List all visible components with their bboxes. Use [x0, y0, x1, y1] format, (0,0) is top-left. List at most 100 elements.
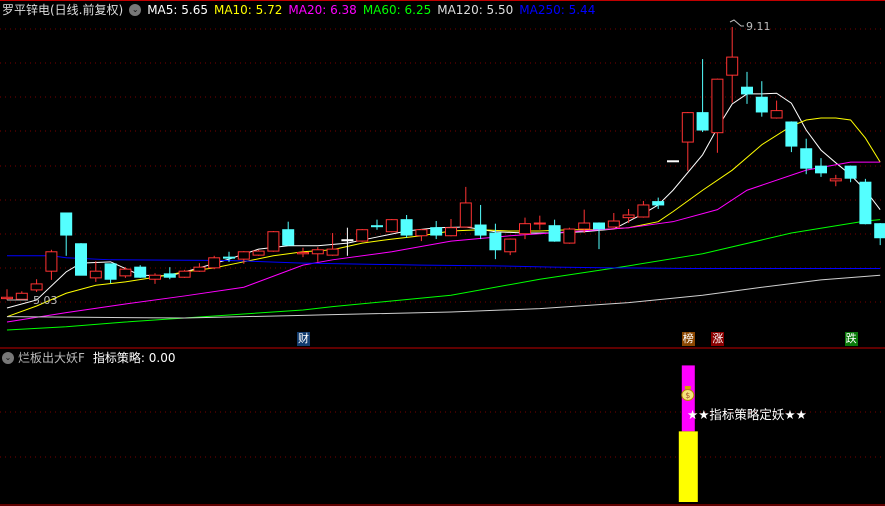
candle-down[interactable]: [755, 81, 768, 117]
candlesticks[interactable]: [1, 27, 885, 300]
candle-up[interactable]: [563, 227, 576, 244]
candle-body: [60, 212, 73, 236]
candle-down[interactable]: [134, 265, 147, 278]
candle-up[interactable]: [193, 263, 206, 272]
candle-up[interactable]: [30, 279, 43, 292]
low-price-label: 5.03: [33, 294, 58, 307]
candle-up[interactable]: [149, 273, 161, 284]
signal-text: ★★指标策略定妖★★: [687, 407, 807, 422]
ma20-line: [6, 161, 881, 323]
marker-cai[interactable]: 财: [297, 332, 310, 346]
candle-body: [445, 227, 457, 237]
candle-body: [341, 239, 354, 242]
marker-zhang[interactable]: 涨: [711, 332, 725, 346]
candle-body: [89, 270, 102, 279]
candle-body: [593, 222, 605, 230]
candle-up[interactable]: [311, 247, 324, 262]
ma10-label: MA10: 5.72: [213, 3, 283, 17]
candle-up[interactable]: [356, 229, 369, 242]
marker-die[interactable]: 跌: [844, 332, 858, 346]
ma120-line: [6, 274, 881, 319]
candle-up[interactable]: [252, 249, 265, 256]
candle-body: [519, 223, 531, 235]
candle-up[interactable]: [45, 249, 58, 280]
candle-body: [297, 251, 309, 255]
candle-up[interactable]: [829, 174, 842, 187]
candle-down[interactable]: [104, 263, 117, 284]
candle-body: [578, 222, 591, 230]
candle-down[interactable]: [400, 214, 413, 238]
candle-down[interactable]: [874, 223, 885, 246]
candle-up[interactable]: [770, 100, 783, 119]
candle-up[interactable]: [681, 111, 694, 171]
marker-bang[interactable]: 榜: [681, 332, 695, 346]
indicator-value: 指标策略: 0.00: [92, 351, 176, 365]
candle-down[interactable]: [815, 158, 827, 177]
candle-down[interactable]: [741, 71, 753, 104]
candle-down[interactable]: [371, 219, 383, 230]
candle-down[interactable]: [163, 267, 176, 280]
candle-body: [119, 268, 132, 277]
candle-body: [504, 238, 517, 253]
candle-up[interactable]: [208, 255, 221, 270]
candle-up[interactable]: [711, 78, 724, 153]
candle-up[interactable]: [178, 269, 191, 278]
indicator-header: ⌄ 烂板出大妖F 指标策略: 0.00: [2, 349, 175, 366]
candle-up[interactable]: [726, 27, 739, 103]
candle-body: [1, 296, 13, 300]
price-chart[interactable]: $: [0, 0, 885, 506]
candle-down[interactable]: [844, 165, 857, 183]
candle-body: [770, 110, 783, 119]
candle-down[interactable]: [430, 221, 443, 240]
candle-up[interactable]: [119, 267, 132, 278]
candle-body: [726, 56, 739, 76]
candle-body: [844, 165, 857, 179]
candle-up[interactable]: [533, 215, 546, 230]
candle-down[interactable]: [75, 243, 87, 276]
candle-body: [178, 270, 191, 278]
candle-body: [785, 121, 798, 147]
chevron-down-icon[interactable]: ⌄: [2, 351, 14, 364]
indicator-name: 烂板出大妖F: [18, 351, 85, 365]
yellow-signal-bar: [678, 431, 698, 502]
candle-up[interactable]: [297, 247, 309, 258]
candle-down[interactable]: [341, 227, 354, 256]
candle-down[interactable]: [800, 138, 813, 175]
candle-up[interactable]: [15, 291, 28, 300]
candle-down[interactable]: [60, 212, 73, 256]
candle-up[interactable]: [445, 219, 457, 237]
candle-body: [163, 273, 176, 278]
candle-body: [548, 225, 561, 242]
candle-down[interactable]: [785, 121, 798, 153]
candle-up[interactable]: [519, 217, 531, 240]
ma20-label: MA20: 6.38: [288, 3, 357, 17]
candle-down[interactable]: [548, 219, 561, 242]
candle-body: [415, 229, 428, 237]
candle-down[interactable]: [667, 160, 679, 163]
candle-up[interactable]: [504, 238, 517, 256]
candle-up[interactable]: [622, 208, 635, 224]
candle-down[interactable]: [696, 59, 709, 133]
candle-body: [400, 219, 413, 236]
candle-body: [681, 112, 694, 143]
candle-body: [696, 112, 709, 131]
candle-up[interactable]: [459, 186, 472, 228]
candle-down[interactable]: [859, 178, 872, 225]
candle-down[interactable]: [282, 221, 295, 246]
candle-up[interactable]: [607, 212, 620, 228]
candle-body: [607, 220, 620, 228]
candle-up[interactable]: [267, 231, 280, 252]
candle-body: [223, 256, 235, 259]
candle-down[interactable]: [474, 204, 487, 240]
candle-down[interactable]: [593, 222, 605, 250]
candle-up[interactable]: [637, 200, 650, 218]
chevron-down-icon[interactable]: ⌄: [129, 4, 142, 16]
candle-up[interactable]: [237, 251, 250, 264]
candle-up[interactable]: [89, 261, 102, 282]
candle-up[interactable]: [385, 219, 398, 233]
candle-down[interactable]: [489, 223, 502, 260]
candle-up[interactable]: [1, 289, 13, 300]
candle-body: [711, 78, 724, 134]
candle-body: [637, 204, 650, 218]
candle-up[interactable]: [415, 229, 428, 242]
